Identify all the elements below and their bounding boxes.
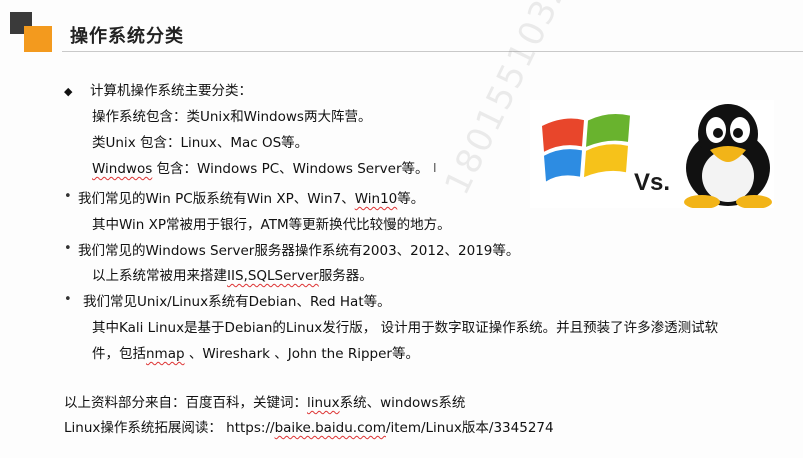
vs-text: Vs. [634,169,670,196]
intro-row-3-b: 包含：Windows PC、Windows Server等。 [152,161,429,177]
bullet-1-line-1-c: 等。 [397,191,425,207]
bullet-3-line-2: 其中Kali Linux是基于Debian的Linux发行版， 设计用于数字取证… [92,320,719,336]
intro-row-3: Windwos 包含：Windows PC、Windows Server等。 [92,160,429,178]
intro-row-3-a: Windwos [92,161,153,177]
page-title: 操作系统分类 [70,26,184,47]
bullet-2-line-2-a: 以上系统常被用来搭建 [92,268,227,284]
bullet-3-line-1: 我们常见Unix/Linux系统有Debian、Red Hat等。 [83,294,391,310]
bullet-1-line-1-a: 我们常见的Win PC版系统有Win XP、Win7、 [78,191,355,207]
windows-logo-icon [542,114,630,182]
intro-heading: 计算机操作系统主要分类： [90,83,252,99]
header-divider [62,51,803,52]
bullet-2-line-2-b: IIS,SQLServer [227,268,319,284]
bullet-3-line-3: 件，包括nmap 、Wireshark 、John the Ripper等。 [92,345,419,363]
intro-row-1: 操作系统包含：类Unix和Windows两大阵营。 [92,108,371,126]
bullet-1-line-1: 我们常见的Win PC版系统有Win XP、Win7、Win10等。 [78,190,424,208]
source-note-b: linux [307,395,340,411]
source-note-a: 以上资料部分来自：百度百科，关键词： [64,395,307,411]
bullet-dot-icon: • [64,292,72,307]
bullet-1-line-1-b: Win10 [354,191,398,207]
bullet-1-line-2: 其中Win XP常被用于银行，ATM等更新换代比较慢的地方。 [92,217,451,233]
extended-reading-label: Linux操作系统拓展阅读： https:// [64,420,275,436]
header-orange-square [24,26,52,52]
bullet-2-line-1: 我们常见的Windows Server服务器操作系统有2003、2012、201… [78,243,520,259]
diamond-bullet-icon: ◆ [64,85,73,98]
bullet-2-line-2-c: 服务器。 [318,268,373,284]
windows-vs-linux-image: Vs. [530,100,774,209]
intro-row-2: 类Unix 包含：Linux、Mac OS等。 [92,135,309,151]
bullet-dot-icon: • [64,189,72,204]
bullet-3-line-3-b: nmap [146,346,185,362]
source-note-c: 系统、windows系统 [339,395,466,411]
tux-penguin-icon [684,104,772,209]
intro-row-1-a: 操作系统包含：类 [92,109,200,125]
windows-vs-tux-illustration: Vs. [542,104,772,209]
bullet-2-line-2: 以上系统常被用来搭建IIS,SQLServer服务器。 [92,267,373,285]
source-note: 以上资料部分来自：百度百科，关键词：linux系统、windows系统 [64,394,465,412]
bullet-3-line-3-c: 、Wireshark 、John the Ripper等。 [184,346,419,362]
intro-row-1-b: Unix [200,109,231,125]
extended-reading-path[interactable]: /item/Linux版本/3345274 [386,420,554,436]
bullet-3-line-3-a: 件，包括 [92,346,146,362]
extended-reading-domain[interactable]: baike.baidu.com [275,420,386,436]
extended-reading-link[interactable]: Linux操作系统拓展阅读： https://baike.baidu.com/i… [64,419,554,437]
intro-row-1-c: 和Windows两大阵营。 [230,109,372,125]
bullet-dot-icon: • [64,241,72,256]
